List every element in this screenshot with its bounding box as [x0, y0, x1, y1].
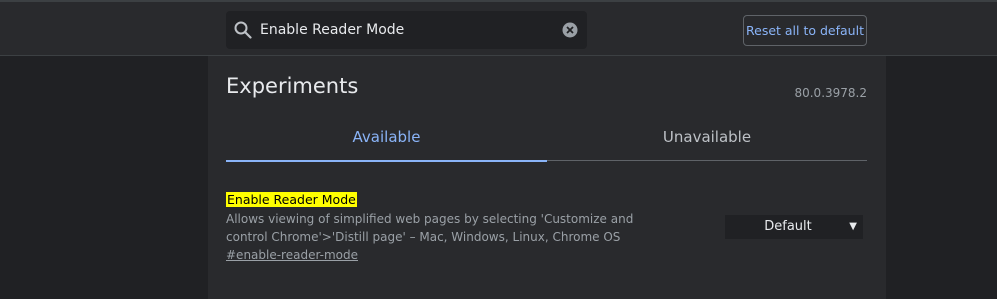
select-value: Default [764, 219, 812, 234]
dropdown-arrow-icon: ▼ [849, 221, 857, 232]
page-title: Experiments [226, 74, 359, 98]
reset-all-button[interactable]: Reset all to default [743, 15, 867, 46]
experiment-state-select[interactable]: Default ▼ [725, 215, 863, 239]
search-icon [234, 21, 252, 39]
version-label: 80.0.3978.2 [794, 86, 867, 100]
experiment-name: Enable Reader Mode [226, 192, 357, 207]
search-box[interactable]: Enable Reader Mode [226, 11, 587, 49]
experiments-panel: Experiments 80.0.3978.2 Available Unavai… [208, 56, 886, 299]
experiment-link[interactable]: #enable-reader-mode [226, 247, 358, 263]
experiment-description: Allows viewing of simplified web pages b… [226, 212, 634, 244]
tab-available[interactable]: Available [226, 122, 547, 162]
clear-search-icon[interactable] [562, 22, 578, 38]
top-toolbar: Enable Reader Mode Reset all to default [0, 0, 997, 56]
tab-unavailable[interactable]: Unavailable [547, 122, 867, 161]
search-input[interactable]: Enable Reader Mode [260, 20, 404, 40]
